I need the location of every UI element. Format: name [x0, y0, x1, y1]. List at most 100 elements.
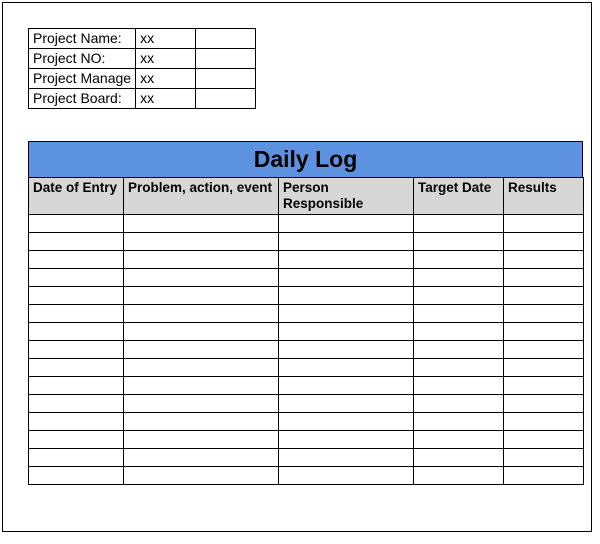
log-cell[interactable]: [279, 413, 414, 431]
log-cell[interactable]: [124, 287, 279, 305]
log-cell[interactable]: [124, 431, 279, 449]
log-cell[interactable]: [29, 413, 124, 431]
log-cell[interactable]: [504, 395, 584, 413]
log-cell[interactable]: [504, 413, 584, 431]
log-cell[interactable]: [279, 395, 414, 413]
log-cell[interactable]: [504, 233, 584, 251]
page-container: Project Name:xxProject NO:xxProject Mana…: [2, 2, 592, 532]
log-cell[interactable]: [29, 287, 124, 305]
log-cell[interactable]: [279, 287, 414, 305]
log-cell[interactable]: [29, 251, 124, 269]
log-cell[interactable]: [124, 269, 279, 287]
table-row: [29, 305, 584, 323]
log-cell[interactable]: [504, 323, 584, 341]
log-cell[interactable]: [124, 305, 279, 323]
log-cell[interactable]: [279, 449, 414, 467]
log-cell[interactable]: [29, 431, 124, 449]
log-cell[interactable]: [124, 233, 279, 251]
log-cell[interactable]: [29, 395, 124, 413]
log-cell[interactable]: [279, 431, 414, 449]
log-cell[interactable]: [414, 413, 504, 431]
log-cell[interactable]: [414, 341, 504, 359]
log-cell[interactable]: [414, 395, 504, 413]
log-cell[interactable]: [124, 413, 279, 431]
log-cell[interactable]: [124, 377, 279, 395]
log-cell[interactable]: [414, 269, 504, 287]
log-cell[interactable]: [29, 215, 124, 233]
log-cell[interactable]: [279, 359, 414, 377]
info-extra[interactable]: [196, 49, 256, 69]
log-cell[interactable]: [124, 323, 279, 341]
log-cell[interactable]: [414, 431, 504, 449]
log-cell[interactable]: [504, 305, 584, 323]
log-cell[interactable]: [29, 323, 124, 341]
log-column-header: Date of Entry: [29, 178, 124, 215]
table-row: [29, 359, 584, 377]
log-cell[interactable]: [504, 359, 584, 377]
log-cell[interactable]: [29, 377, 124, 395]
log-cell[interactable]: [29, 341, 124, 359]
info-label: Project NO:: [29, 49, 136, 69]
log-cell[interactable]: [504, 377, 584, 395]
daily-log-section: Daily Log Date of EntryProblem, action, …: [28, 141, 583, 485]
info-value[interactable]: xx: [136, 89, 196, 109]
log-cell[interactable]: [29, 449, 124, 467]
log-cell[interactable]: [504, 449, 584, 467]
log-cell[interactable]: [279, 269, 414, 287]
table-row: [29, 377, 584, 395]
table-row: [29, 287, 584, 305]
log-cell[interactable]: [414, 467, 504, 485]
info-extra[interactable]: [196, 29, 256, 49]
info-row: Project Name:xx: [29, 29, 256, 49]
log-column-header: Results: [504, 178, 584, 215]
log-cell[interactable]: [279, 251, 414, 269]
log-cell[interactable]: [29, 359, 124, 377]
table-row: [29, 341, 584, 359]
log-cell[interactable]: [124, 359, 279, 377]
table-row: [29, 233, 584, 251]
log-cell[interactable]: [504, 431, 584, 449]
log-cell[interactable]: [414, 323, 504, 341]
info-label: Project Board:: [29, 89, 136, 109]
info-extra[interactable]: [196, 69, 256, 89]
log-cell[interactable]: [279, 233, 414, 251]
info-row: Project Managexx: [29, 69, 256, 89]
log-cell[interactable]: [414, 251, 504, 269]
log-cell[interactable]: [414, 305, 504, 323]
log-cell[interactable]: [279, 305, 414, 323]
info-extra[interactable]: [196, 89, 256, 109]
log-cell[interactable]: [504, 287, 584, 305]
log-cell[interactable]: [504, 467, 584, 485]
log-cell[interactable]: [279, 467, 414, 485]
log-cell[interactable]: [504, 215, 584, 233]
log-cell[interactable]: [414, 449, 504, 467]
log-cell[interactable]: [124, 449, 279, 467]
log-cell[interactable]: [124, 215, 279, 233]
log-cell[interactable]: [504, 341, 584, 359]
info-value[interactable]: xx: [136, 69, 196, 89]
log-cell[interactable]: [414, 233, 504, 251]
log-cell[interactable]: [124, 341, 279, 359]
log-cell[interactable]: [29, 305, 124, 323]
log-cell[interactable]: [414, 359, 504, 377]
log-cell[interactable]: [279, 377, 414, 395]
info-value[interactable]: xx: [136, 49, 196, 69]
log-cell[interactable]: [414, 215, 504, 233]
log-cell[interactable]: [504, 251, 584, 269]
log-cell[interactable]: [279, 341, 414, 359]
log-cell[interactable]: [29, 233, 124, 251]
info-value[interactable]: xx: [136, 29, 196, 49]
log-cell[interactable]: [29, 467, 124, 485]
table-row: [29, 395, 584, 413]
log-cell[interactable]: [279, 323, 414, 341]
table-row: [29, 251, 584, 269]
log-cell[interactable]: [124, 467, 279, 485]
log-cell[interactable]: [279, 215, 414, 233]
log-cell[interactable]: [29, 269, 124, 287]
log-cell[interactable]: [414, 377, 504, 395]
log-cell[interactable]: [124, 251, 279, 269]
log-cell[interactable]: [504, 269, 584, 287]
log-cell[interactable]: [124, 395, 279, 413]
log-cell[interactable]: [414, 287, 504, 305]
project-info-table: Project Name:xxProject NO:xxProject Mana…: [28, 28, 256, 109]
